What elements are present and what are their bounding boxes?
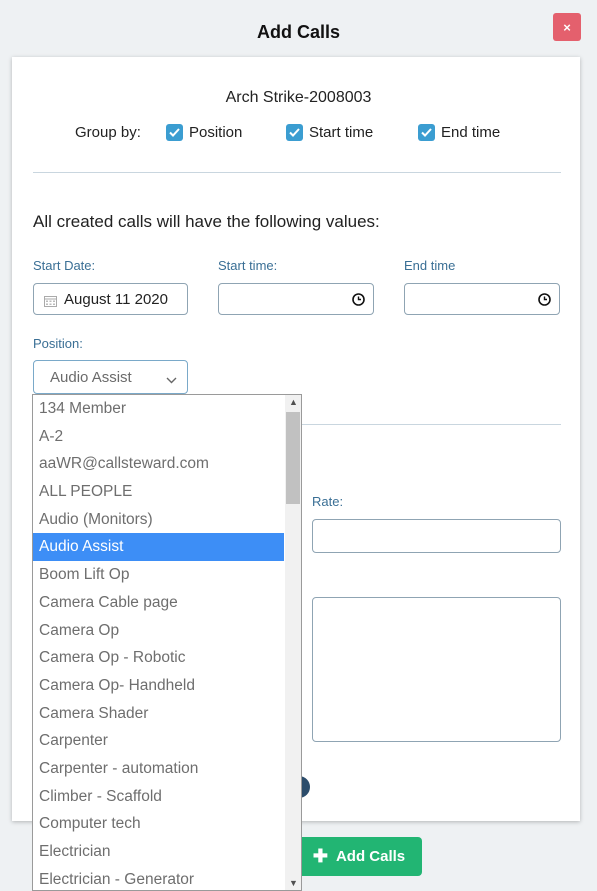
dropdown-option[interactable]: Electrician — [33, 838, 284, 866]
dropdown-option[interactable]: Electrician - Generator — [33, 866, 284, 890]
dropdown-option[interactable]: Audio (Monitors) — [33, 506, 284, 534]
scrollbar[interactable]: ▲ ▼ — [285, 395, 301, 890]
add-calls-label: Add Calls — [335, 848, 406, 865]
position-select[interactable]: Audio Assist — [33, 360, 188, 394]
group-by-start-time-checkbox[interactable]: Start time — [286, 124, 373, 141]
checkmark-icon — [286, 124, 303, 141]
end-time-field[interactable] — [404, 283, 560, 315]
modal-title: Add Calls — [256, 22, 340, 42]
dropdown-option[interactable]: Audio Assist — [33, 533, 284, 562]
scroll-up-icon[interactable]: ▲ — [289, 397, 298, 407]
position-dropdown-list[interactable]: 134 Member A-2 aaWR@callsteward.com ALL PEO… — [32, 394, 302, 891]
dropdown-option[interactable]: Camera Op - Robotic — [33, 644, 284, 672]
close-icon: × — [563, 19, 571, 35]
dropdown-option[interactable]: Climber - Scaffold — [33, 783, 284, 811]
group-by-start-time-label: Start time — [309, 124, 374, 141]
divider — [33, 172, 561, 173]
group-by-end-time-checkbox[interactable]: End time — [418, 124, 500, 141]
notes-textarea[interactable] — [312, 597, 561, 742]
scroll-down-icon[interactable]: ▼ — [289, 878, 298, 888]
record-name: Arch Strike-2008003 — [225, 89, 372, 106]
dropdown-option[interactable]: ALL PEOPLE — [33, 478, 284, 506]
rate-label: Rate: — [312, 494, 344, 509]
start-time-field[interactable] — [218, 283, 374, 315]
info-text: All created calls will have the followin… — [33, 212, 380, 231]
position-label: Position: — [33, 336, 83, 351]
rate-field[interactable] — [312, 519, 561, 553]
checkmark-icon — [418, 124, 435, 141]
group-by-position-label: Position — [189, 124, 243, 141]
dropdown-option[interactable]: Carpenter — [33, 727, 284, 755]
checkmark-icon — [166, 124, 183, 141]
group-by-label: Group by: — [75, 124, 141, 141]
dropdown-option[interactable]: aaWR@callsteward.com — [33, 450, 284, 478]
position-select-value: Audio Assist — [50, 369, 132, 386]
dropdown-option[interactable]: Camera Shader — [33, 700, 284, 728]
start-date-value: August 11 2020 — [64, 291, 168, 308]
dropdown-options: 134 Member A-2 aaWR@callsteward.com ALL PEO… — [33, 395, 284, 890]
start-date-label: Start Date: — [33, 258, 96, 273]
end-time-label: End time — [404, 258, 456, 273]
plus-icon: ✚ — [312, 846, 328, 866]
dropdown-option[interactable]: Boom Lift Op — [33, 561, 284, 589]
clock-icon — [538, 293, 551, 311]
group-by-end-time-label: End time — [441, 124, 501, 141]
dropdown-option[interactable]: Carpenter - automation — [33, 755, 284, 783]
dropdown-option[interactable]: Camera Op — [33, 617, 284, 645]
calendar-icon — [44, 294, 57, 312]
dropdown-option[interactable]: A-2 — [33, 423, 284, 451]
clock-icon — [352, 293, 365, 311]
add-calls-button[interactable]: ✚ Add Calls — [296, 837, 422, 876]
dropdown-option[interactable]: Camera Op- Handheld — [33, 672, 284, 700]
start-date-field[interactable]: August 11 2020 — [33, 283, 188, 315]
dropdown-option[interactable]: Camera Cable page — [33, 589, 284, 617]
close-button[interactable]: × — [553, 13, 581, 41]
scroll-thumb[interactable] — [286, 412, 300, 504]
chevron-down-icon — [166, 371, 177, 388]
start-time-label: Start time: — [218, 258, 278, 273]
dropdown-option[interactable]: Computer tech — [33, 810, 284, 838]
group-by-position-checkbox[interactable]: Position — [166, 124, 242, 141]
dropdown-option[interactable]: 134 Member — [33, 395, 284, 423]
